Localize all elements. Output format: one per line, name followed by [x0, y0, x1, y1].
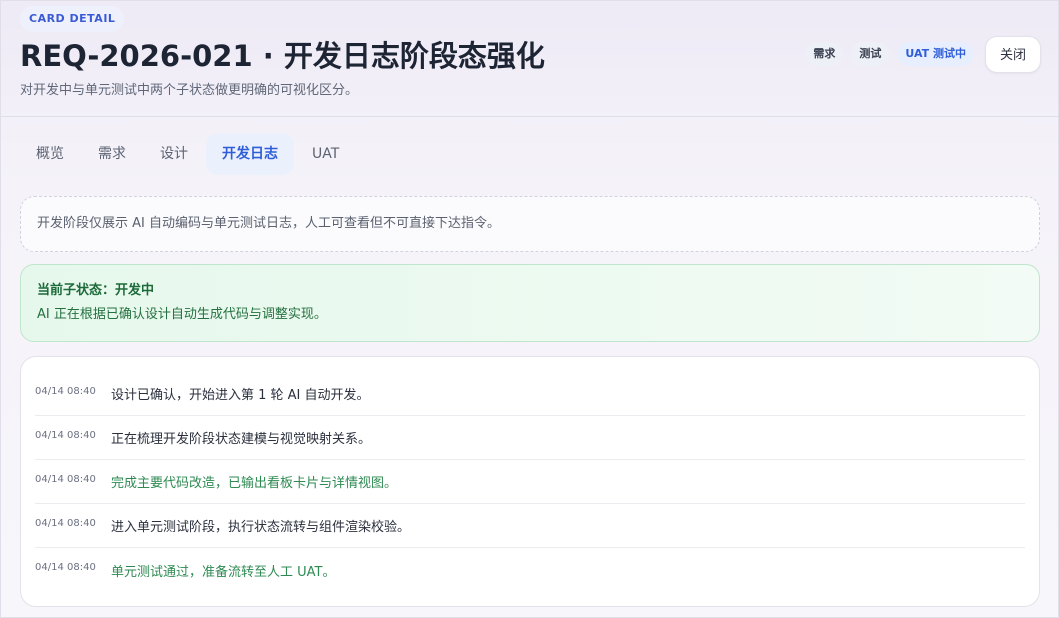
tab-dev-log[interactable]: 开发日志: [206, 133, 294, 175]
log-entry: 04/14 08:40 设计已确认，开始进入第 1 轮 AI 自动开发。: [35, 372, 1025, 416]
log-timestamp: 04/14 08:40: [35, 562, 96, 573]
log-message: 完成主要代码改造，已输出看板卡片与详情视图。: [111, 476, 398, 491]
log-message: 单元测试通过，准备流转至人工 UAT。: [111, 564, 336, 580]
log-message: 正在梳理开发阶段状态建模与视觉映射关系。: [111, 432, 372, 447]
log-message: 进入单元测试阶段，执行状态流转与组件渲染校验。: [111, 520, 411, 535]
dev-stage-notice: 开发阶段仅展示 AI 自动编码与单元测试日志，人工可查看但不可直接下达指令。: [20, 196, 1040, 252]
card-detail-panel: CARD DETAIL REQ-2026-021 · 开发日志阶段态强化 对开发…: [0, 0, 1059, 618]
tab-design[interactable]: 设计: [144, 133, 204, 175]
log-message: 设计已确认，开始进入第 1 轮 AI 自动开发。: [111, 388, 370, 403]
page-title: REQ-2026-021 · 开发日志阶段态强化: [20, 39, 545, 73]
log-entry-success: 04/14 08:40 单元测试通过，准备流转至人工 UAT。: [35, 548, 1025, 592]
log-entry: 04/14 08:40 正在梳理开发阶段状态建模与视觉映射关系。: [35, 416, 1025, 460]
current-substatus-card: 当前子状态：开发中 AI 正在根据已确认设计自动生成代码与调整实现。: [20, 264, 1040, 342]
log-timestamp: 04/14 08:40: [35, 430, 96, 441]
tab-uat[interactable]: UAT: [296, 133, 355, 175]
dev-log-list: 04/14 08:40 设计已确认，开始进入第 1 轮 AI 自动开发。 04/…: [20, 356, 1040, 607]
substatus-title: 当前子状态：开发中: [37, 283, 155, 298]
tab-overview[interactable]: 概览: [20, 133, 80, 175]
log-entry: 04/14 08:40 进入单元测试阶段，执行状态流转与组件渲染校验。: [35, 504, 1025, 548]
stage-badge-uat: UAT 测试中: [897, 42, 974, 66]
card-detail-eyebrow: CARD DETAIL: [20, 6, 125, 32]
log-timestamp: 04/14 08:40: [35, 518, 96, 529]
stage-badge-test: 测试: [851, 42, 890, 66]
tab-bar: 概览 需求 设计 开发日志 UAT: [20, 133, 357, 175]
log-entry-success: 04/14 08:40 完成主要代码改造，已输出看板卡片与详情视图。: [35, 460, 1025, 504]
log-timestamp: 04/14 08:40: [35, 474, 96, 485]
detail-header: CARD DETAIL REQ-2026-021 · 开发日志阶段态强化 对开发…: [1, 1, 1058, 117]
tab-requirements[interactable]: 需求: [82, 133, 142, 175]
stage-badge-requirement: 需求: [805, 42, 844, 66]
close-button[interactable]: 关闭: [985, 36, 1041, 73]
page-subtitle: 对开发中与单元测试中两个子状态做更明确的可视化区分。: [20, 83, 359, 98]
stage-badges: 需求 测试 UAT 测试中: [805, 42, 974, 66]
log-timestamp: 04/14 08:40: [35, 386, 96, 397]
substatus-description: AI 正在根据已确认设计自动生成代码与调整实现。: [37, 307, 327, 322]
